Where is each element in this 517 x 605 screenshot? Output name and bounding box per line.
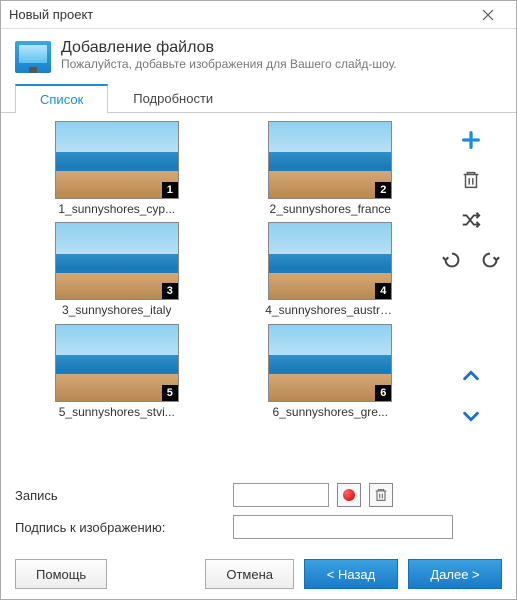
thumb-label: 3_sunnyshores_italy xyxy=(62,303,171,317)
rotate-right-button[interactable] xyxy=(474,247,506,273)
thumb-label: 6_sunnyshores_gre... xyxy=(273,405,388,419)
tabs: Список Подробности xyxy=(1,83,516,113)
move-down-button[interactable] xyxy=(455,403,487,429)
header-subtitle: Пожалуйста, добавьте изображения для Ваш… xyxy=(61,57,397,71)
record-label: Запись xyxy=(15,488,225,503)
footer: Помощь Отмена < Назад Далее > xyxy=(1,543,516,605)
badge: 6 xyxy=(375,385,391,401)
chevron-up-icon xyxy=(460,365,482,387)
badge: 5 xyxy=(162,385,178,401)
plus-icon xyxy=(460,129,482,151)
thumbnail-grid: 1 1_sunnyshores_cyp... 2 2_sunnyshores_fra… xyxy=(15,121,436,471)
thumb-label: 5_sunnyshores_stvi... xyxy=(59,405,175,419)
caption-label: Подпись к изображению: xyxy=(15,520,225,535)
badge: 1 xyxy=(162,182,178,198)
record-delete-button[interactable] xyxy=(369,483,393,507)
shuffle-icon xyxy=(460,209,482,231)
record-button[interactable] xyxy=(337,483,361,507)
badge: 2 xyxy=(375,182,391,198)
badge: 3 xyxy=(162,283,178,299)
content-area: 1 1_sunnyshores_cyp... 2 2_sunnyshores_fra… xyxy=(1,113,516,479)
side-actions xyxy=(436,121,506,471)
list-item[interactable]: 3 3_sunnyshores_italy xyxy=(15,222,219,317)
move-up-button[interactable] xyxy=(455,363,487,389)
caption-input[interactable] xyxy=(233,515,453,539)
list-item[interactable]: 5 5_sunnyshores_stvi... xyxy=(15,324,219,419)
shuffle-button[interactable] xyxy=(455,207,487,233)
rotate-row xyxy=(436,247,506,273)
thumb-label: 4_sunnyshores_australia xyxy=(265,303,395,317)
close-icon xyxy=(482,9,494,21)
tab-details[interactable]: Подробности xyxy=(108,84,238,113)
rotate-left-icon xyxy=(441,249,463,271)
titlebar: Новый проект xyxy=(1,1,516,29)
close-button[interactable] xyxy=(468,2,508,28)
trash-icon xyxy=(460,169,482,191)
list-item[interactable]: 2 2_sunnyshores_france xyxy=(229,121,433,216)
back-button[interactable]: < Назад xyxy=(304,559,398,589)
rotate-right-icon xyxy=(479,249,501,271)
help-button[interactable]: Помощь xyxy=(15,559,107,589)
cancel-button[interactable]: Отмена xyxy=(205,559,294,589)
trash-icon xyxy=(373,487,389,503)
thumb-label: 1_sunnyshores_cyp... xyxy=(58,202,175,216)
monitor-icon xyxy=(15,41,51,73)
rotate-left-button[interactable] xyxy=(436,247,468,273)
chevron-down-icon xyxy=(460,405,482,427)
list-item[interactable]: 4 4_sunnyshores_australia xyxy=(229,222,433,317)
list-item[interactable]: 6 6_sunnyshores_gre... xyxy=(229,324,433,419)
record-input[interactable] xyxy=(233,483,329,507)
tab-list[interactable]: Список xyxy=(15,84,108,113)
record-row: Запись xyxy=(1,479,516,511)
thumb-label: 2_sunnyshores_france xyxy=(270,202,391,216)
window-title: Новый проект xyxy=(9,7,468,22)
record-icon xyxy=(343,489,355,501)
badge: 4 xyxy=(375,283,391,299)
add-button[interactable] xyxy=(455,127,487,153)
next-button[interactable]: Далее > xyxy=(408,559,502,589)
header-title: Добавление файлов xyxy=(61,39,397,57)
header: Добавление файлов Пожалуйста, добавьте и… xyxy=(1,29,516,83)
delete-button[interactable] xyxy=(455,167,487,193)
list-item[interactable]: 1 1_sunnyshores_cyp... xyxy=(15,121,219,216)
caption-row: Подпись к изображению: xyxy=(1,511,516,543)
